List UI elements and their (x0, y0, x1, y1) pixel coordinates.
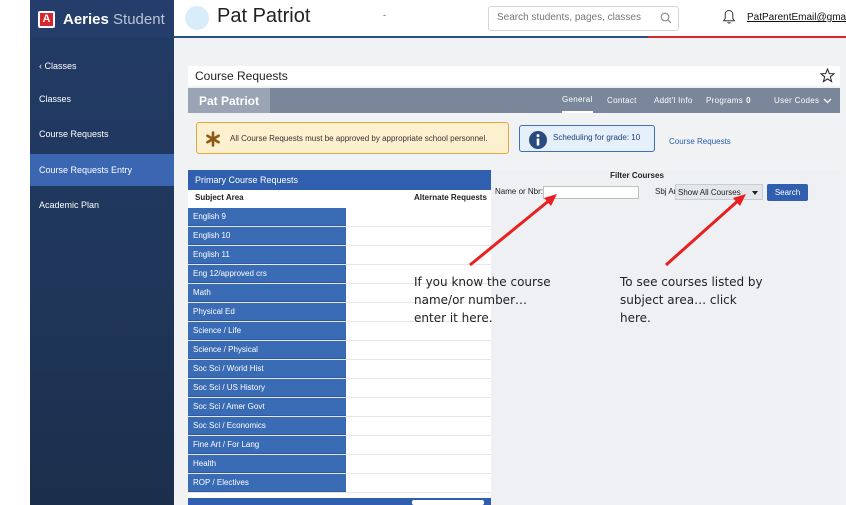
scheduling-grade-text: Scheduling for grade: 10 (553, 133, 641, 142)
student-name[interactable]: Pat Patriot (217, 5, 310, 28)
sidebar-item-classes[interactable]: Classes (30, 83, 174, 115)
brand-name-bold: Aeries (63, 10, 109, 28)
table-header: Primary Course Requests (188, 170, 491, 190)
table-row[interactable]: English 9 (188, 208, 491, 227)
table-row[interactable]: Health (188, 455, 491, 474)
table-row[interactable]: English 11 (188, 246, 491, 265)
tab-general[interactable]: General (562, 88, 593, 113)
tab-user-codes-label: User Codes (774, 96, 820, 105)
tab-contact[interactable]: Contact (607, 88, 637, 113)
annotation-name-search: If you know the course name/or number… e… (414, 275, 551, 325)
table-row[interactable]: Soc Sci / US History (188, 379, 491, 398)
subject-area-cell[interactable]: Physical Ed (188, 303, 346, 321)
screenshot-frame: A Aeries Student Pat Patriot - PatParent… (0, 0, 846, 505)
sidebar: ‹ Classes Classes Course Requests Course… (30, 38, 174, 505)
table-row[interactable]: ROP / Electives (188, 474, 491, 493)
subject-area-cell[interactable]: Soc Sci / Economics (188, 417, 346, 435)
table-footer-button[interactable] (412, 500, 484, 505)
subject-area-cell[interactable]: Eng 12/approved crs (188, 265, 346, 283)
primary-course-requests-table: Primary Course Requests Subject Area Alt… (188, 170, 491, 505)
subject-area-cell[interactable]: Fine Art / For Lang (188, 436, 346, 454)
subject-area-selected: Show All Courses (678, 187, 741, 197)
student-name-tab[interactable]: Pat Patriot (188, 88, 270, 113)
subject-area-cell[interactable]: Science / Physical (188, 341, 346, 359)
brand-name-light: Student (108, 10, 165, 28)
table-row[interactable]: Soc Sci / World Hist (188, 360, 491, 379)
programs-count-badge: 0 (746, 96, 751, 105)
subject-area-cell[interactable]: Soc Sci / World Hist (188, 360, 346, 378)
scheduling-grade-info: Scheduling for grade: 10 (519, 125, 655, 152)
table-row[interactable]: Soc Sci / Amer Govt (188, 398, 491, 417)
table-row[interactable]: Fine Art / For Lang (188, 436, 491, 455)
column-header-alternate-requests: Alternate Requests (414, 193, 487, 202)
page-title-bar: Course Requests (188, 66, 840, 86)
chevron-down-icon (823, 98, 832, 103)
subject-area-dropdown[interactable]: Show All Courses (675, 184, 763, 200)
warning-text: All Course Requests must be approved by … (230, 134, 488, 143)
tab-programs-label: Programs (706, 96, 744, 105)
info-icon (529, 131, 547, 149)
dropdown-arrow-icon[interactable] (752, 191, 758, 195)
subject-area-cell[interactable]: Health (188, 455, 346, 473)
subject-area-cell[interactable]: Soc Sci / Amer Govt (188, 398, 346, 416)
sidebar-item-course-requests[interactable]: Course Requests (30, 118, 174, 150)
page-title: Course Requests (195, 69, 288, 83)
subject-area-cell[interactable]: Math (188, 284, 346, 302)
student-avatar[interactable] (185, 6, 209, 30)
top-bar: Pat Patriot - PatParentEmail@gmail.c (174, 0, 846, 38)
global-search[interactable] (488, 6, 679, 31)
student-tab-bar: Pat Patriot General Contact Addt'l Info … (188, 88, 840, 113)
column-header-subject-area: Subject Area (195, 193, 244, 202)
brand-name: Aeries Student (63, 11, 165, 28)
search-icon[interactable] (660, 12, 672, 24)
table-row[interactable]: Soc Sci / Economics (188, 417, 491, 436)
star-icon[interactable] (820, 68, 835, 83)
sidebar-item-course-requests-entry[interactable]: Course Requests Entry (30, 154, 174, 186)
table-row[interactable]: English 10 (188, 227, 491, 246)
subject-area-cell[interactable]: Science / Life (188, 322, 346, 340)
asterisk-icon (204, 130, 222, 148)
tab-programs[interactable]: Programs 0 (706, 88, 751, 113)
approval-warning: All Course Requests must be approved by … (196, 122, 509, 154)
user-email-link[interactable]: PatParentEmail@gmail.c (747, 12, 846, 23)
annotation-subject-area: To see courses listed by subject area… c… (620, 275, 763, 325)
subject-area-cell[interactable]: English 11 (188, 246, 346, 264)
subject-area-cell[interactable]: Soc Sci / US History (188, 379, 346, 397)
search-button[interactable]: Search (767, 184, 808, 201)
header-separator: - (383, 10, 386, 20)
tab-user-codes[interactable]: User Codes (774, 88, 832, 113)
table-row[interactable]: Science / Physical (188, 341, 491, 360)
subject-area-cell[interactable]: ROP / Electives (188, 474, 346, 492)
filter-courses-panel: Filter Courses Name or Nbr: Sbj Area: Sh… (491, 170, 840, 505)
logo-letter: A (40, 12, 53, 26)
sidebar-back-classes[interactable]: ‹ Classes (30, 50, 174, 82)
brand-logo-area[interactable]: A Aeries Student (30, 0, 174, 38)
subject-area-cell[interactable]: English 9 (188, 208, 346, 226)
name-or-number-input[interactable] (543, 186, 639, 199)
sidebar-item-academic-plan[interactable]: Academic Plan (30, 189, 174, 221)
global-search-input[interactable] (497, 12, 647, 23)
name-or-number-label: Name or Nbr: (495, 187, 544, 196)
course-requests-link[interactable]: Course Requests (669, 137, 731, 146)
aeries-logo-icon: A (38, 10, 55, 28)
bell-icon[interactable] (722, 9, 736, 25)
filter-title: Filter Courses (610, 171, 664, 180)
tab-addtl-info[interactable]: Addt'l Info (654, 88, 693, 113)
subject-area-cell[interactable]: English 10 (188, 227, 346, 245)
